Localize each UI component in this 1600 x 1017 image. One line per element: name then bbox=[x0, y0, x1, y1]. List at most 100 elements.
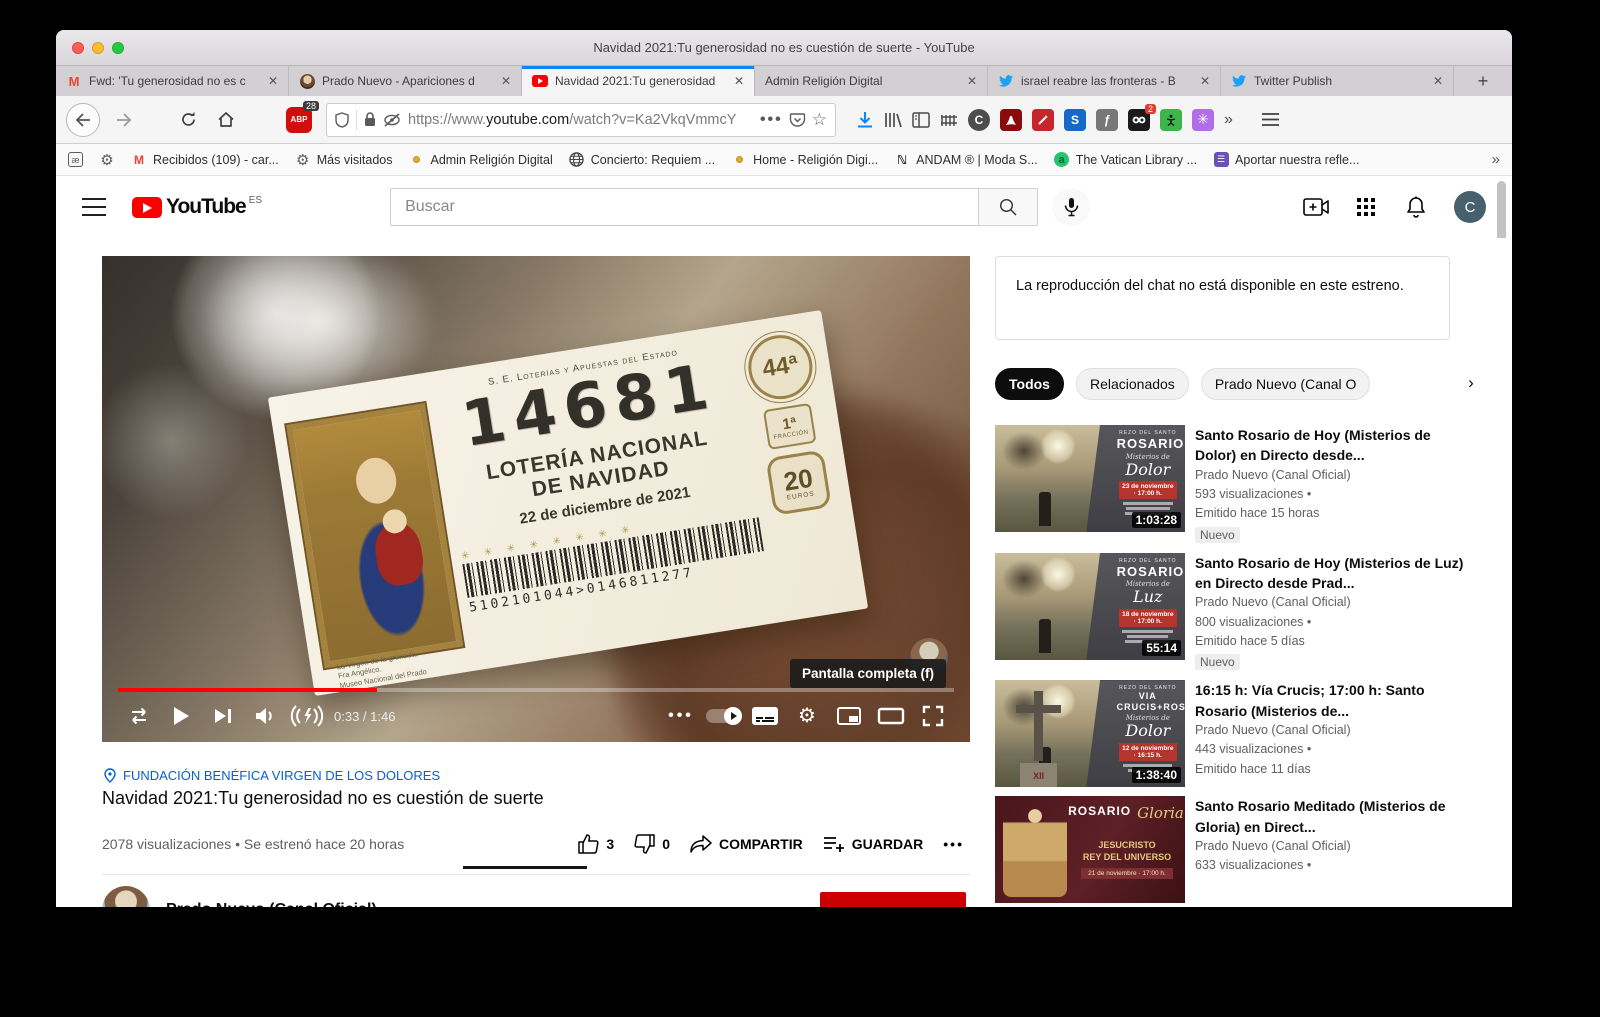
subtitles-icon[interactable] bbox=[744, 696, 786, 736]
download-icon[interactable] bbox=[856, 111, 874, 129]
notifications-bell-icon[interactable] bbox=[1404, 195, 1428, 219]
loop-icon[interactable] bbox=[118, 696, 160, 736]
tab-close-icon[interactable]: ✕ bbox=[266, 74, 280, 88]
chips-next-arrow[interactable]: › bbox=[1456, 368, 1486, 398]
bookmark-admin-religion[interactable]: Admin Religión Digital bbox=[408, 152, 552, 168]
dislike-button[interactable]: 0 bbox=[628, 826, 676, 862]
close-window-button[interactable] bbox=[72, 42, 84, 54]
related-channel[interactable]: Prado Nuevo (Canal Oficial) bbox=[1195, 837, 1465, 856]
related-video-item[interactable]: REZO DEL SANTO ROSARIO Misterios de Luz … bbox=[995, 553, 1465, 672]
guide-hamburger-icon[interactable] bbox=[82, 198, 106, 216]
related-video-item[interactable]: ROSARIO Gloria JESUCRISTO REY DEL UNIVER… bbox=[995, 796, 1465, 903]
fence-extension-icon[interactable] bbox=[940, 112, 958, 128]
reload-button[interactable] bbox=[172, 104, 204, 136]
more-actions-button[interactable]: ••• bbox=[937, 828, 970, 860]
tab-twitter-israel[interactable]: israel reabre las fronteras - B ✕ bbox=[988, 66, 1221, 96]
youtube-logo[interactable]: YouTube ES bbox=[132, 195, 262, 219]
tracking-shield-icon[interactable] bbox=[335, 112, 349, 128]
flash-extension-icon[interactable]: ƒ bbox=[1096, 109, 1118, 131]
forward-button[interactable] bbox=[108, 104, 140, 136]
voice-search-button[interactable] bbox=[1052, 188, 1090, 226]
settings-gear-icon[interactable]: ⚙ bbox=[786, 696, 828, 736]
tab-twitter-publish[interactable]: Twitter Publish ✕ bbox=[1221, 66, 1454, 96]
bookmark-mas-visitados[interactable]: ⚙ Más visitados bbox=[295, 152, 393, 168]
library-icon[interactable] bbox=[884, 112, 902, 128]
tab-admin-religion[interactable]: Admin Religión Digital ✕ bbox=[755, 66, 988, 96]
save-button[interactable]: GUARDAR bbox=[817, 827, 930, 861]
video-thumbnail[interactable]: REZO DEL SANTO ROSARIO Misterios de Dolo… bbox=[995, 425, 1185, 532]
volume-icon[interactable] bbox=[244, 696, 286, 736]
bookmark-aportar[interactable]: ☰ Aportar nuestra refle... bbox=[1213, 152, 1359, 168]
bookmark-gear-only[interactable]: ⚙ bbox=[99, 152, 115, 168]
circle-c-extension-icon[interactable]: C bbox=[968, 109, 990, 131]
tab-prado-nuevo[interactable]: Prado Nuevo - Apariciones d ✕ bbox=[289, 66, 522, 96]
page-actions-icon[interactable]: ••• bbox=[760, 111, 783, 129]
home-button[interactable] bbox=[210, 104, 242, 136]
url-text[interactable]: https://www.youtube.com/watch?v=Ka2VkqVm… bbox=[408, 112, 753, 128]
binoculars-extension-icon[interactable]: 2 bbox=[1128, 109, 1150, 131]
fullscreen-icon[interactable] bbox=[912, 696, 954, 736]
related-title[interactable]: Santo Rosario de Hoy (Misterios de Dolor… bbox=[1195, 425, 1465, 466]
tab-close-icon[interactable]: ✕ bbox=[1198, 74, 1212, 88]
chip-relacionados[interactable]: Relacionados bbox=[1076, 368, 1189, 400]
location-link[interactable]: FUNDACIÓN BENÉFICA VIRGEN DE LOS DOLORES bbox=[123, 768, 440, 783]
related-title[interactable]: Santo Rosario de Hoy (Misterios de Luz) … bbox=[1195, 553, 1465, 594]
minimize-window-button[interactable] bbox=[92, 42, 104, 54]
video-thumbnail[interactable]: REZO DEL SANTO ROSARIO Misterios de Luz … bbox=[995, 553, 1185, 660]
search-input-box[interactable] bbox=[390, 188, 978, 226]
share-button[interactable]: COMPARTIR bbox=[684, 827, 809, 861]
menu-hamburger-icon[interactable] bbox=[1255, 104, 1287, 136]
tab-gmail[interactable]: M Fwd: 'Tu generosidad no es c ✕ bbox=[56, 66, 289, 96]
new-tab-button[interactable]: + bbox=[1454, 66, 1512, 96]
related-title[interactable]: Santo Rosario Meditado (Misterios de Glo… bbox=[1195, 796, 1465, 837]
adblock-plus-icon[interactable]: ABP 28 bbox=[286, 107, 312, 133]
theater-mode-icon[interactable] bbox=[870, 696, 912, 736]
more-options-icon[interactable]: ••• bbox=[660, 696, 702, 736]
tab-close-icon[interactable]: ✕ bbox=[965, 74, 979, 88]
bookmark-favicon-only[interactable]: æ bbox=[68, 152, 83, 167]
bookmark-star-icon[interactable]: ☆ bbox=[812, 111, 827, 128]
related-video-item[interactable]: REZO DEL SANTO ROSARIO Misterios de Dolo… bbox=[995, 425, 1465, 544]
back-button[interactable] bbox=[66, 103, 100, 137]
bookmarks-overflow-icon[interactable]: » bbox=[1492, 151, 1500, 168]
video-player[interactable]: La Virgen de la granada. Fra Angélico. M… bbox=[102, 256, 970, 742]
next-button[interactable] bbox=[202, 696, 244, 736]
bookmark-home-religion[interactable]: Home - Religión Digi... bbox=[731, 152, 878, 168]
video-thumbnail[interactable]: ROSARIO Gloria JESUCRISTO REY DEL UNIVER… bbox=[995, 796, 1185, 903]
premiere-icon[interactable] bbox=[286, 696, 328, 736]
related-title[interactable]: 16:15 h: Vía Crucis; 17:00 h: Santo Rosa… bbox=[1195, 680, 1465, 721]
pocket-icon[interactable] bbox=[790, 112, 805, 128]
search-button[interactable] bbox=[978, 188, 1038, 226]
asterisk-extension-icon[interactable]: ✳ bbox=[1192, 109, 1214, 131]
url-bar[interactable]: https://www.youtube.com/watch?v=Ka2VkqVm… bbox=[326, 103, 836, 137]
bookmark-vatican[interactable]: a The Vatican Library ... bbox=[1054, 152, 1197, 168]
chip-prado-nuevo[interactable]: Prado Nuevo (Canal O bbox=[1201, 368, 1371, 400]
overflow-chevron-icon[interactable]: » bbox=[1224, 111, 1233, 129]
progress-bar[interactable] bbox=[118, 688, 954, 692]
adobe-acrobat-icon[interactable] bbox=[1000, 109, 1022, 131]
subscribe-button[interactable] bbox=[820, 892, 966, 907]
play-button[interactable] bbox=[160, 696, 202, 736]
related-channel[interactable]: Prado Nuevo (Canal Oficial) bbox=[1195, 466, 1465, 485]
chip-todos[interactable]: Todos bbox=[995, 368, 1064, 400]
s-extension-icon[interactable]: S bbox=[1064, 109, 1086, 131]
bookmark-concierto[interactable]: Concierto: Requiem ... bbox=[569, 152, 715, 168]
tab-close-icon[interactable]: ✕ bbox=[499, 74, 513, 88]
wand-extension-icon[interactable] bbox=[1032, 109, 1054, 131]
like-button[interactable]: 3 bbox=[572, 826, 620, 862]
tab-youtube-active[interactable]: Navidad 2021:Tu generosidad ✕ bbox=[522, 66, 755, 96]
tab-close-icon[interactable]: ✕ bbox=[732, 74, 746, 88]
video-location-row[interactable]: FUNDACIÓN BENÉFICA VIRGEN DE LOS DOLORES bbox=[104, 768, 440, 783]
bookmark-recibidos[interactable]: M Recibidos (109) - car... bbox=[131, 152, 279, 168]
tab-close-icon[interactable]: ✕ bbox=[1431, 74, 1445, 88]
related-channel[interactable]: Prado Nuevo (Canal Oficial) bbox=[1195, 721, 1465, 740]
channel-name[interactable]: Prado Nuevo (Canal Oficial) bbox=[166, 901, 377, 907]
account-avatar[interactable]: C bbox=[1454, 191, 1486, 223]
create-video-icon[interactable] bbox=[1304, 195, 1328, 219]
bookmark-andam[interactable]: ℕ ANDAM ® | Moda S... bbox=[894, 152, 1038, 168]
sidebar-toggle-icon[interactable] bbox=[912, 112, 930, 128]
video-thumbnail[interactable]: XII REZO DEL SANTO VIA CRUCIS+ROSARIO Mi… bbox=[995, 680, 1185, 787]
zoom-window-button[interactable] bbox=[112, 42, 124, 54]
channel-avatar[interactable] bbox=[102, 886, 150, 907]
related-channel[interactable]: Prado Nuevo (Canal Oficial) bbox=[1195, 593, 1465, 612]
